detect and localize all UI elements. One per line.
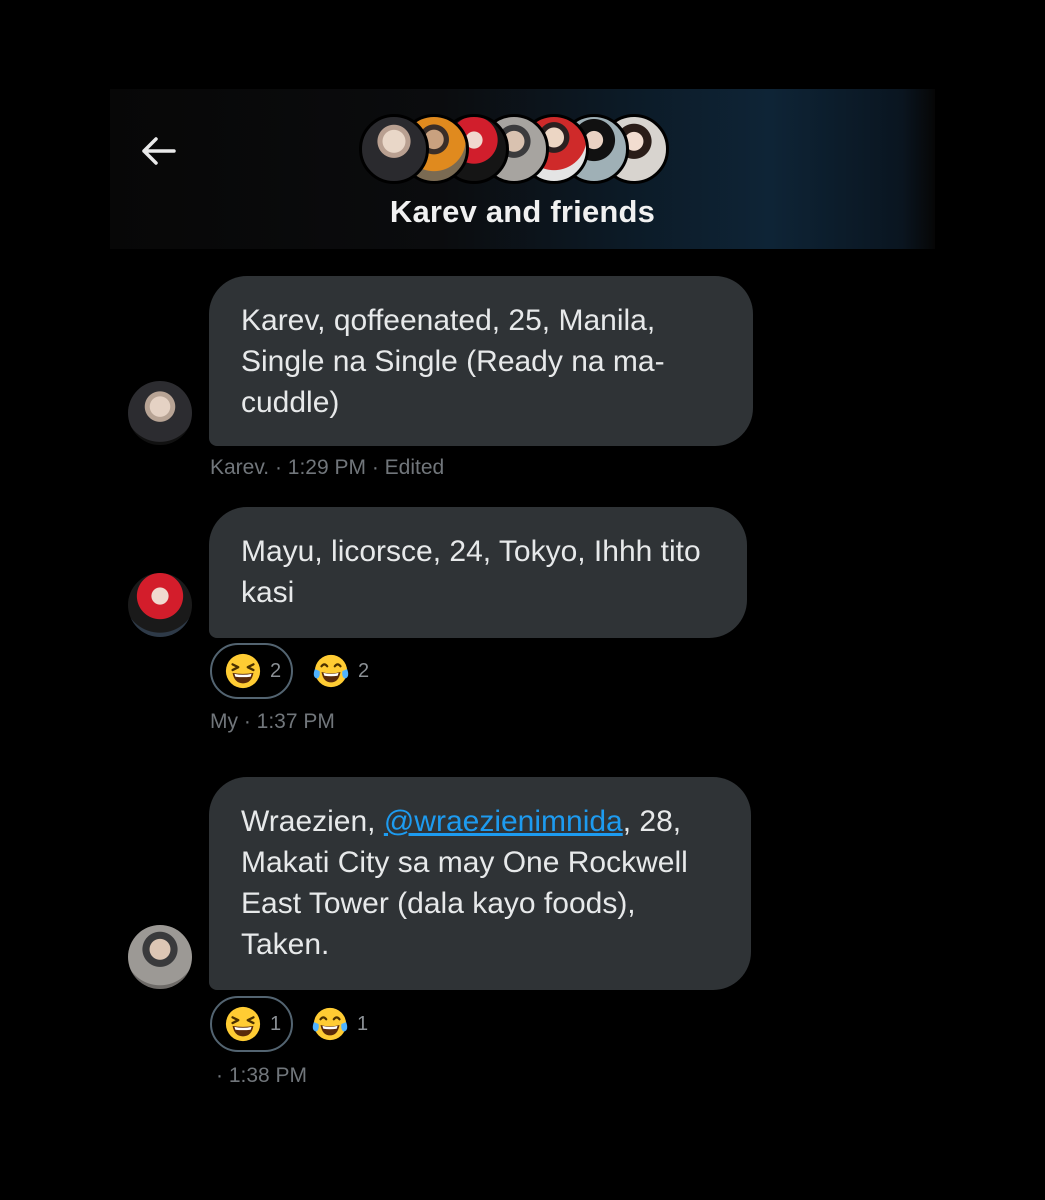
- message-text-start: Wraezien,: [241, 805, 384, 838]
- reaction-laughing[interactable]: 2: [210, 643, 294, 699]
- sender-avatar[interactable]: [128, 381, 192, 445]
- message-bubble[interactable]: Karev, qoffeenated, 25, Manila, Single n…: [209, 276, 753, 446]
- reaction-laughing[interactable]: 1: [210, 996, 294, 1052]
- back-arrow-icon: [142, 137, 176, 165]
- group-avatars[interactable]: [359, 114, 689, 184]
- member-avatar: [359, 114, 429, 184]
- grinning-squinting-face-icon: [225, 1006, 261, 1042]
- conversation-header: Karev and friends: [110, 89, 935, 249]
- message-bubble[interactable]: Wraezien, @wraezienimnida, 28, Makati Ci…: [209, 777, 751, 990]
- back-button[interactable]: [138, 131, 178, 171]
- reaction-tears-of-joy[interactable]: 2: [312, 643, 369, 699]
- reaction-count: 2: [270, 659, 282, 682]
- message-meta: · 1:38 PM: [216, 1064, 308, 1087]
- reaction-count: 2: [358, 659, 370, 682]
- sender-avatar[interactable]: [128, 573, 192, 637]
- message-meta: My · 1:37 PM: [210, 710, 335, 733]
- reaction-count: 1: [270, 1012, 282, 1035]
- reaction-tears-of-joy[interactable]: 1: [311, 996, 368, 1052]
- grinning-squinting-face-icon: [225, 653, 261, 689]
- mention-link[interactable]: @wraezienimnida: [384, 805, 623, 838]
- reaction-count: 1: [357, 1012, 369, 1035]
- face-with-tears-of-joy-icon: [312, 1007, 348, 1041]
- message-text: Mayu, licorsce, 24, Tokyo, Ihhh tito kas…: [241, 535, 701, 609]
- message-text: Karev, qoffeenated, 25, Manila, Single n…: [241, 304, 665, 419]
- face-with-tears-of-joy-icon: [313, 654, 349, 688]
- group-title[interactable]: Karev and friends: [110, 194, 935, 230]
- message-meta: Karev. · 1:29 PM · Edited: [210, 456, 445, 479]
- sender-avatar[interactable]: [128, 925, 192, 989]
- message-bubble[interactable]: Mayu, licorsce, 24, Tokyo, Ihhh tito kas…: [209, 507, 747, 638]
